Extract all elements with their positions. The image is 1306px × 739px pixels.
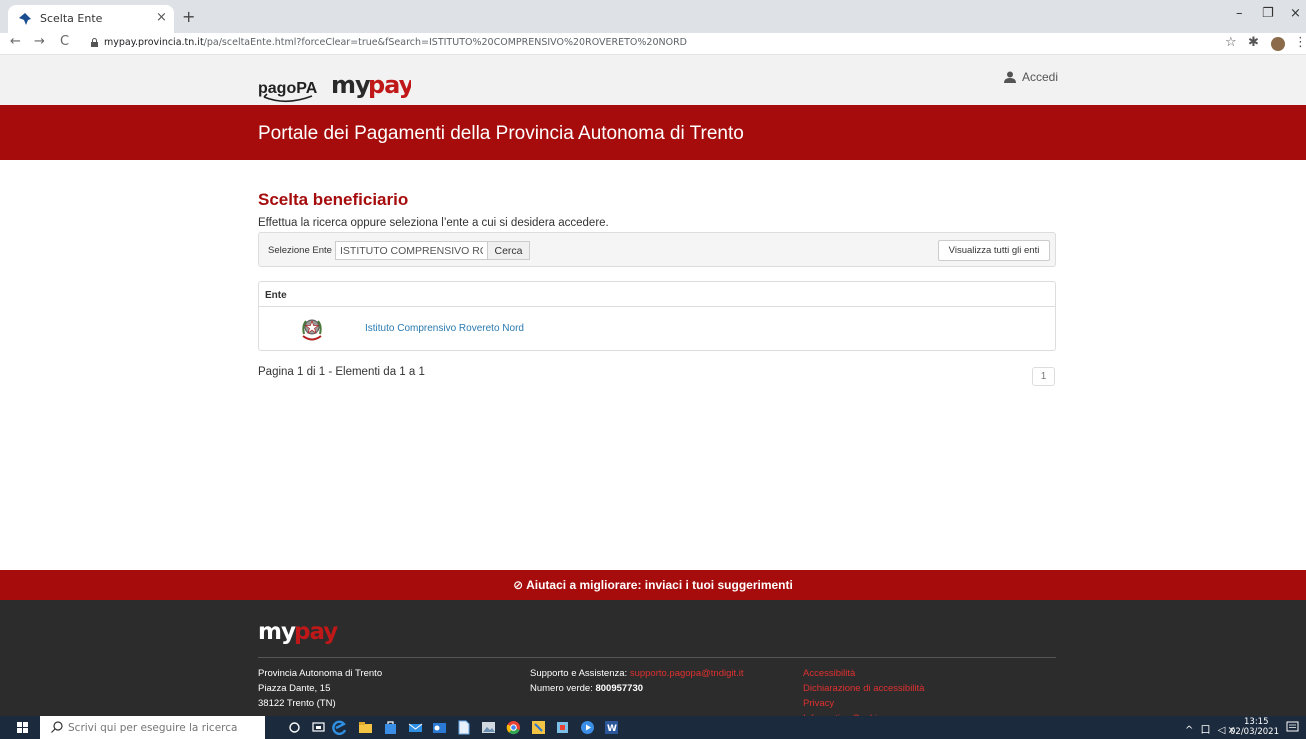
svg-text:my: my bbox=[331, 73, 371, 99]
pagopa-logo[interactable]: pagoPA bbox=[258, 76, 318, 106]
profile-avatar[interactable] bbox=[1271, 37, 1285, 51]
edge-browser-icon[interactable] bbox=[332, 720, 347, 735]
feedback-bar: ⊘ Aiutaci a migliorare: inviaci i tuoi s… bbox=[0, 570, 1306, 600]
store-icon[interactable] bbox=[383, 720, 398, 735]
pushpin-favicon-icon bbox=[19, 13, 31, 25]
search-icon bbox=[51, 721, 63, 733]
accessibility-link[interactable]: Accessibilità bbox=[803, 666, 924, 681]
footer-divider bbox=[258, 657, 1056, 658]
url-field[interactable]: mypay.provincia.tn.it/pa/sceltaEnte.html… bbox=[104, 37, 687, 48]
address-line: Provincia Autonoma di Trento bbox=[258, 668, 383, 679]
svg-text:pay: pay bbox=[294, 620, 338, 645]
windows-start-icon[interactable] bbox=[17, 722, 28, 733]
italian-republic-emblem-icon bbox=[302, 319, 322, 341]
ente-link[interactable]: Istituto Comprensivo Rovereto Nord bbox=[365, 323, 524, 334]
table-header: Ente bbox=[259, 282, 1055, 307]
url-host: mypay.provincia.tn.it bbox=[104, 37, 204, 48]
search-panel: Selezione Ente Cerca Visualizza tutti gl… bbox=[258, 232, 1056, 267]
user-icon bbox=[1004, 71, 1016, 83]
document-icon[interactable] bbox=[456, 720, 471, 735]
address-line: 38122 Trento (TN) bbox=[258, 698, 336, 709]
lock-icon bbox=[91, 38, 98, 47]
media-icon[interactable] bbox=[580, 720, 595, 735]
notifications-icon[interactable] bbox=[1286, 721, 1299, 734]
login-label: Accedi bbox=[1022, 70, 1059, 84]
footer-mypay-logo: my pay bbox=[258, 620, 338, 645]
task-view-icon[interactable] bbox=[311, 720, 326, 735]
outlook-icon[interactable] bbox=[432, 720, 447, 735]
portal-banner: Portale dei Pagamenti della Provincia Au… bbox=[0, 105, 1306, 160]
taskbar-search-input[interactable] bbox=[68, 719, 258, 736]
back-button[interactable]: ← bbox=[10, 34, 21, 49]
site-footer: my pay Provincia Autonoma di Trento Piaz… bbox=[0, 600, 1306, 724]
support-label: Supporto e Assistenza: bbox=[530, 668, 630, 679]
reload-button[interactable]: C bbox=[60, 34, 69, 49]
page-title: Scelta beneficiario bbox=[258, 190, 409, 209]
browser-menu-icon[interactable]: ⋮ bbox=[1294, 35, 1306, 50]
word-icon[interactable]: W bbox=[604, 720, 619, 735]
footer-address: Provincia Autonoma di Trento Piazza Dant… bbox=[258, 666, 382, 711]
search-label: Selezione Ente bbox=[268, 245, 332, 256]
forward-button[interactable]: → bbox=[34, 34, 45, 49]
phone-label: Numero verde: bbox=[530, 683, 596, 694]
show-all-entities-button[interactable]: Visualizza tutti gli enti bbox=[938, 240, 1050, 261]
extensions-icon[interactable]: ✱ bbox=[1248, 35, 1259, 50]
login-link[interactable]: Accedi bbox=[1004, 70, 1058, 84]
column-header-ente: Ente bbox=[265, 290, 287, 301]
tab-close-icon[interactable]: × bbox=[156, 10, 167, 25]
windows-taskbar: W ^ 口 ◁× 13:15 02/03/2021 bbox=[0, 716, 1306, 739]
site-header bbox=[0, 55, 1306, 105]
page-1-button[interactable]: 1 bbox=[1032, 367, 1055, 386]
svg-text:pay: pay bbox=[368, 73, 411, 99]
ente-search-input[interactable] bbox=[335, 241, 488, 260]
new-tab-button[interactable]: + bbox=[182, 7, 195, 26]
snip-tool-icon[interactable] bbox=[531, 720, 546, 735]
window-close-button[interactable]: × bbox=[1290, 6, 1301, 21]
bookmark-star-icon[interactable]: ☆ bbox=[1225, 35, 1237, 50]
page-subtitle: Effettua la ricerca oppure seleziona l’e… bbox=[258, 217, 609, 229]
privacy-link[interactable]: Privacy bbox=[803, 696, 924, 711]
table-row: Istituto Comprensivo Rovereto Nord bbox=[259, 307, 1055, 350]
phone-number: 800957730 bbox=[595, 683, 644, 694]
restore-button[interactable]: ❐ bbox=[1262, 6, 1274, 21]
search-button[interactable]: Cerca bbox=[487, 241, 530, 260]
entities-table: Ente Istituto Comprensivo Rovereto Nord bbox=[258, 281, 1056, 351]
clock-date[interactable]: 02/03/2021 bbox=[1230, 727, 1279, 737]
browser-tab[interactable]: Scelta Ente × bbox=[8, 5, 174, 33]
feedback-link[interactable]: ⊘ Aiutaci a migliorare: inviaci i tuoi s… bbox=[513, 578, 793, 592]
taskbar-search-box[interactable] bbox=[40, 716, 265, 739]
url-path: /pa/sceltaEnte.html?forceClear=true&fSea… bbox=[203, 37, 687, 48]
pagination-summary: Pagina 1 di 1 - Elementi da 1 a 1 bbox=[258, 366, 425, 378]
clock-time[interactable]: 13:15 bbox=[1244, 717, 1269, 727]
file-explorer-icon[interactable] bbox=[358, 720, 373, 735]
address-line: Piazza Dante, 15 bbox=[258, 683, 331, 694]
tab-title: Scelta Ente bbox=[40, 12, 103, 25]
support-email-link[interactable]: supporto.pagopa@tndigit.it bbox=[630, 668, 744, 679]
svg-text:my: my bbox=[258, 620, 296, 645]
browser-tab-strip: Scelta Ente × + – ❐ × bbox=[0, 0, 1306, 33]
app-icon[interactable] bbox=[555, 720, 570, 735]
accessibility-statement-link[interactable]: Dichiarazione di accessibilità bbox=[803, 681, 924, 696]
footer-support: Supporto e Assistenza: supporto.pagopa@t… bbox=[530, 666, 744, 696]
svg-text:W: W bbox=[607, 724, 617, 734]
mail-icon[interactable] bbox=[408, 720, 423, 735]
image-viewer-icon[interactable] bbox=[481, 720, 496, 735]
address-bar: ← → C mypay.provincia.tn.it/pa/sceltaEnt… bbox=[0, 33, 1306, 55]
mypay-logo[interactable]: my pay bbox=[331, 73, 411, 101]
minimize-button[interactable]: – bbox=[1236, 6, 1243, 21]
chrome-icon[interactable] bbox=[506, 720, 521, 735]
cortana-icon[interactable] bbox=[287, 720, 302, 735]
portal-title: Portale dei Pagamenti della Provincia Au… bbox=[258, 123, 744, 144]
